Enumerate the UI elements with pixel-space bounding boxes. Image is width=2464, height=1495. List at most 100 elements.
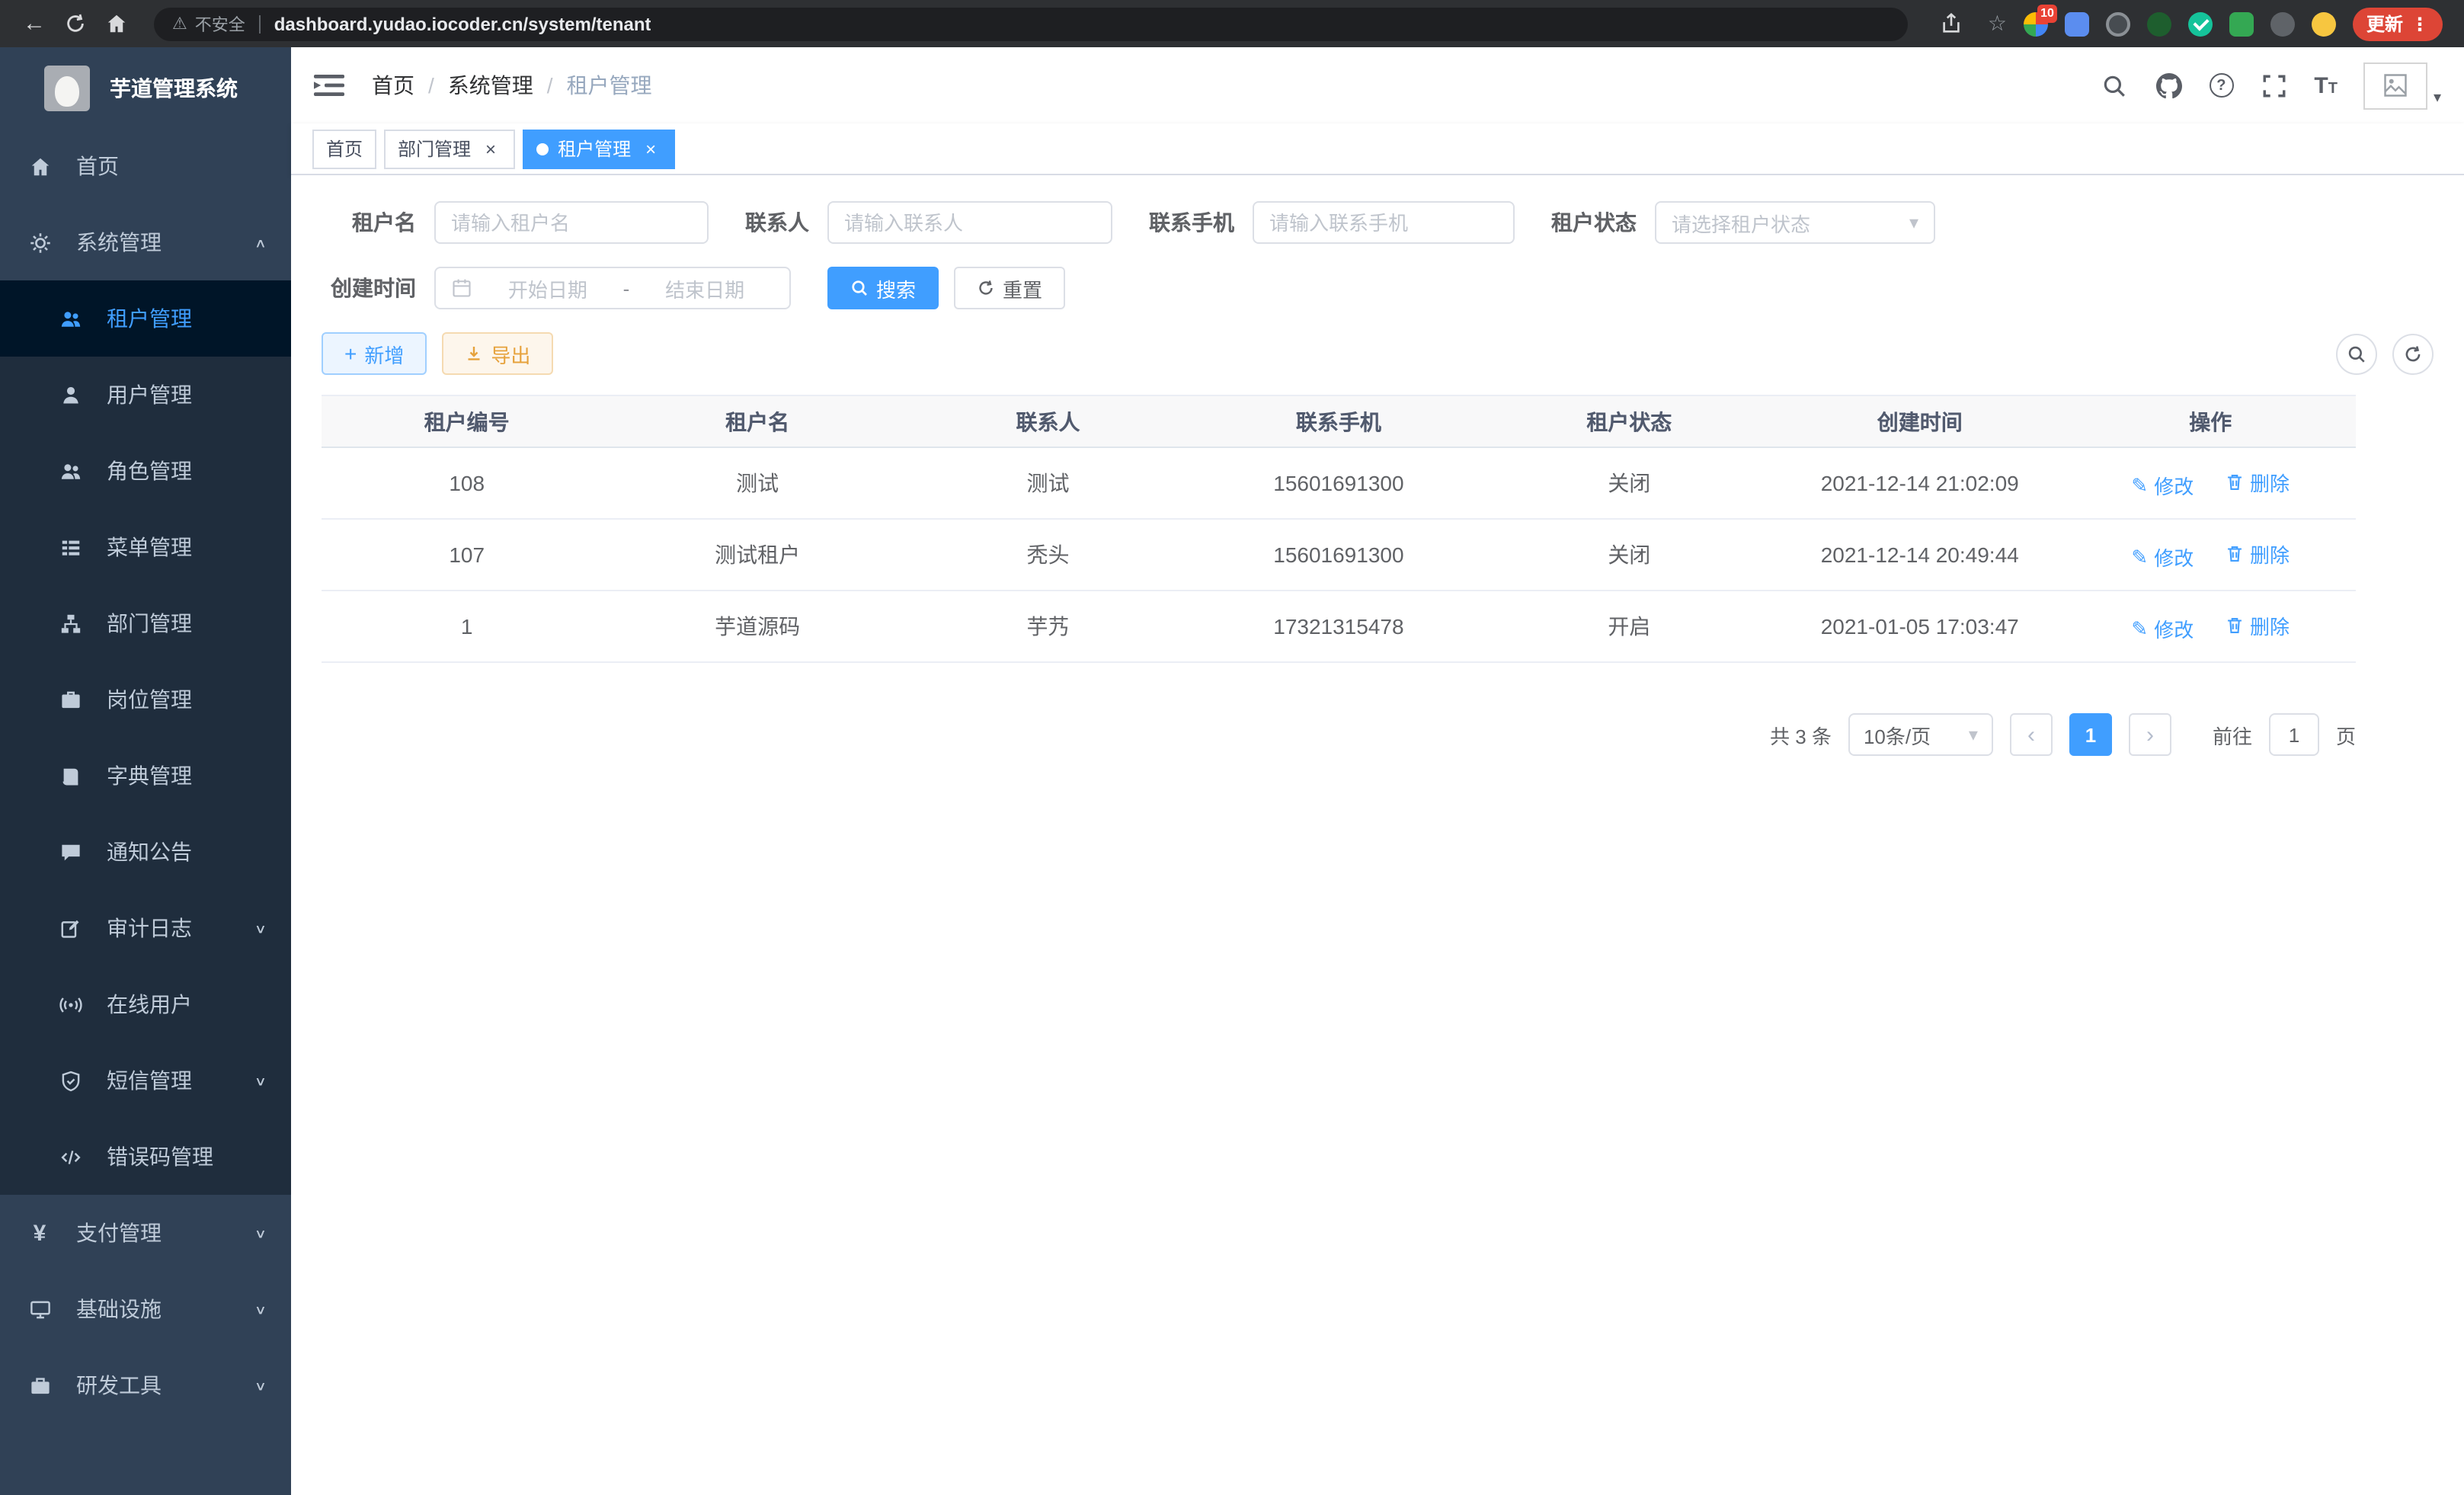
sidebar-item-sms[interactable]: 短信管理 ∨ bbox=[0, 1042, 291, 1119]
share-icon[interactable] bbox=[1933, 5, 1971, 43]
column-header: 租户状态 bbox=[1484, 395, 1774, 447]
tag-label: 租户管理 bbox=[558, 136, 631, 162]
user-icon bbox=[58, 383, 82, 407]
security-status[interactable]: ⚠ 不安全 bbox=[172, 11, 245, 36]
phone-input[interactable] bbox=[1253, 201, 1515, 244]
cell-contact: 芋艿 bbox=[903, 591, 1193, 662]
fullscreen-icon[interactable] bbox=[2259, 71, 2288, 100]
table-toolbar: + 新增 导出 bbox=[322, 332, 2434, 375]
reload-glyph bbox=[64, 12, 87, 35]
sidebar-item-tenant[interactable]: 租户管理 bbox=[0, 280, 291, 357]
extension-puzzle-icon[interactable] bbox=[2270, 11, 2295, 36]
extension-icon-4[interactable] bbox=[2147, 11, 2171, 36]
add-button[interactable]: + 新增 bbox=[322, 332, 427, 375]
add-button-label: 新增 bbox=[364, 339, 404, 368]
sidebar-item-menu[interactable]: 菜单管理 bbox=[0, 509, 291, 585]
delete-link[interactable]: 删除 bbox=[2224, 467, 2290, 496]
edit-link[interactable]: ✎修改 bbox=[2131, 542, 2194, 571]
sidebar-item-label: 岗位管理 bbox=[107, 684, 267, 715]
sidebar-item-system[interactable]: 系统管理 ∧ bbox=[0, 204, 291, 280]
sidebar-item-label: 在线用户 bbox=[107, 989, 267, 1020]
tenant-status-select[interactable]: 请选择租户状态 ▾ bbox=[1655, 201, 1935, 244]
user-avatar-menu[interactable]: ▾ bbox=[2363, 62, 2441, 109]
sidebar-item-audit-log[interactable]: 审计日志 ∨ bbox=[0, 890, 291, 966]
filter-create-time: 创建时间 开始日期 - 结束日期 bbox=[322, 267, 791, 309]
tag-home[interactable]: 首页 bbox=[312, 129, 376, 168]
sidebar-item-payment[interactable]: ¥ 支付管理 ∨ bbox=[0, 1195, 291, 1271]
edit-link[interactable]: ✎修改 bbox=[2131, 613, 2194, 642]
close-icon[interactable]: × bbox=[640, 138, 661, 159]
prev-page-button[interactable]: ‹ bbox=[2010, 713, 2053, 756]
sidebar-item-user[interactable]: 用户管理 bbox=[0, 357, 291, 433]
date-range-picker[interactable]: 开始日期 - 结束日期 bbox=[434, 267, 791, 309]
sidebar-item-infra[interactable]: 基础设施 ∨ bbox=[0, 1271, 291, 1347]
extension-icon-2[interactable] bbox=[2065, 11, 2089, 36]
refresh-table-button[interactable] bbox=[2392, 333, 2434, 374]
address-bar[interactable]: ⚠ 不安全 dashboard.yudao.iocoder.cn/system/… bbox=[154, 7, 1909, 40]
font-size-icon[interactable]: T T bbox=[2314, 72, 2338, 98]
cell-phone: 15601691300 bbox=[1193, 447, 1483, 519]
broken-image-icon bbox=[2382, 72, 2409, 99]
sidebar-item-dev-tools[interactable]: 研发工具 ∨ bbox=[0, 1347, 291, 1423]
logo: 芋道管理系统 bbox=[0, 47, 291, 128]
chevron-down-icon: ∨ bbox=[254, 1073, 267, 1088]
extension-icon-3[interactable] bbox=[2106, 11, 2130, 36]
sidebar-item-online-users[interactable]: 在线用户 bbox=[0, 966, 291, 1042]
column-header: 租户名 bbox=[612, 395, 902, 447]
contact-input[interactable] bbox=[827, 201, 1112, 244]
reload-icon[interactable] bbox=[56, 5, 94, 43]
sidebar-item-role[interactable]: 角色管理 bbox=[0, 433, 291, 509]
header-search-icon[interactable] bbox=[2099, 71, 2128, 100]
help-icon[interactable]: ? bbox=[2209, 73, 2233, 98]
filter-status: 租户状态 请选择租户状态 ▾ bbox=[1551, 201, 1935, 244]
sidebar-item-notice[interactable]: 通知公告 bbox=[0, 814, 291, 890]
extension-icon-6[interactable] bbox=[2229, 11, 2254, 36]
table-row: 108 测试 测试 15601691300 关闭 2021-12-14 21:0… bbox=[322, 447, 2356, 519]
sidebar-item-home[interactable]: 首页 bbox=[0, 128, 291, 204]
goto-label: 前往 bbox=[2213, 720, 2252, 749]
reset-button[interactable]: 重置 bbox=[954, 267, 1065, 309]
home-glyph bbox=[105, 12, 128, 35]
next-page-button[interactable]: › bbox=[2129, 713, 2171, 756]
extension-icon-1[interactable]: 10 bbox=[2024, 11, 2048, 36]
back-icon[interactable]: ← bbox=[15, 5, 53, 43]
tag-dept[interactable]: 部门管理 × bbox=[384, 129, 515, 168]
create-time-label: 创建时间 bbox=[322, 273, 416, 303]
export-button[interactable]: 导出 bbox=[442, 332, 553, 375]
extension-icon-8[interactable] bbox=[2312, 11, 2336, 36]
page-number-button[interactable]: 1 bbox=[2069, 713, 2112, 756]
sidebar-item-dict[interactable]: 字典管理 bbox=[0, 738, 291, 814]
sidebar-item-error-code[interactable]: 错误码管理 bbox=[0, 1119, 291, 1195]
delete-link[interactable]: 删除 bbox=[2224, 539, 2290, 568]
tag-tenant[interactable]: 租户管理 × bbox=[523, 129, 675, 168]
toggle-search-button[interactable] bbox=[2336, 333, 2377, 374]
security-label: 不安全 bbox=[195, 11, 245, 36]
extension-icon-5[interactable] bbox=[2188, 11, 2213, 36]
search-button[interactable]: 搜索 bbox=[827, 267, 939, 309]
delete-link[interactable]: 删除 bbox=[2224, 610, 2290, 639]
tenant-name-input[interactable] bbox=[434, 201, 709, 244]
sidebar-item-dept[interactable]: 部门管理 bbox=[0, 585, 291, 661]
url-text: dashboard.yudao.iocoder.cn/system/tenant bbox=[274, 13, 651, 34]
page-size-select[interactable]: 10条/页 ▾ bbox=[1848, 713, 1993, 756]
bookmark-star-icon[interactable]: ☆ bbox=[1988, 11, 2007, 37]
book-icon bbox=[58, 764, 82, 788]
home-icon bbox=[27, 154, 52, 178]
navbar: 首页 / 系统管理 / 租户管理 ? bbox=[291, 47, 2464, 123]
home-icon[interactable] bbox=[98, 5, 136, 43]
github-icon[interactable] bbox=[2154, 71, 2183, 100]
edit-link[interactable]: ✎修改 bbox=[2131, 470, 2194, 499]
cell-created: 2021-12-14 20:49:44 bbox=[1774, 519, 2065, 591]
browser-update-button[interactable]: 更新 ⋮ bbox=[2353, 7, 2443, 40]
yen-icon: ¥ bbox=[27, 1221, 52, 1245]
cell-actions: ✎修改 删除 bbox=[2065, 591, 2356, 662]
search-button-label: 搜索 bbox=[876, 274, 916, 303]
close-icon[interactable]: × bbox=[480, 138, 501, 159]
cell-actions: ✎修改 删除 bbox=[2065, 447, 2356, 519]
breadcrumb-home[interactable]: 首页 bbox=[372, 70, 414, 101]
goto-page-input[interactable] bbox=[2269, 713, 2319, 756]
hamburger-icon[interactable] bbox=[314, 72, 344, 98]
shield-icon bbox=[58, 1068, 82, 1093]
sidebar-item-post[interactable]: 岗位管理 bbox=[0, 661, 291, 738]
delete-icon bbox=[2224, 543, 2244, 563]
